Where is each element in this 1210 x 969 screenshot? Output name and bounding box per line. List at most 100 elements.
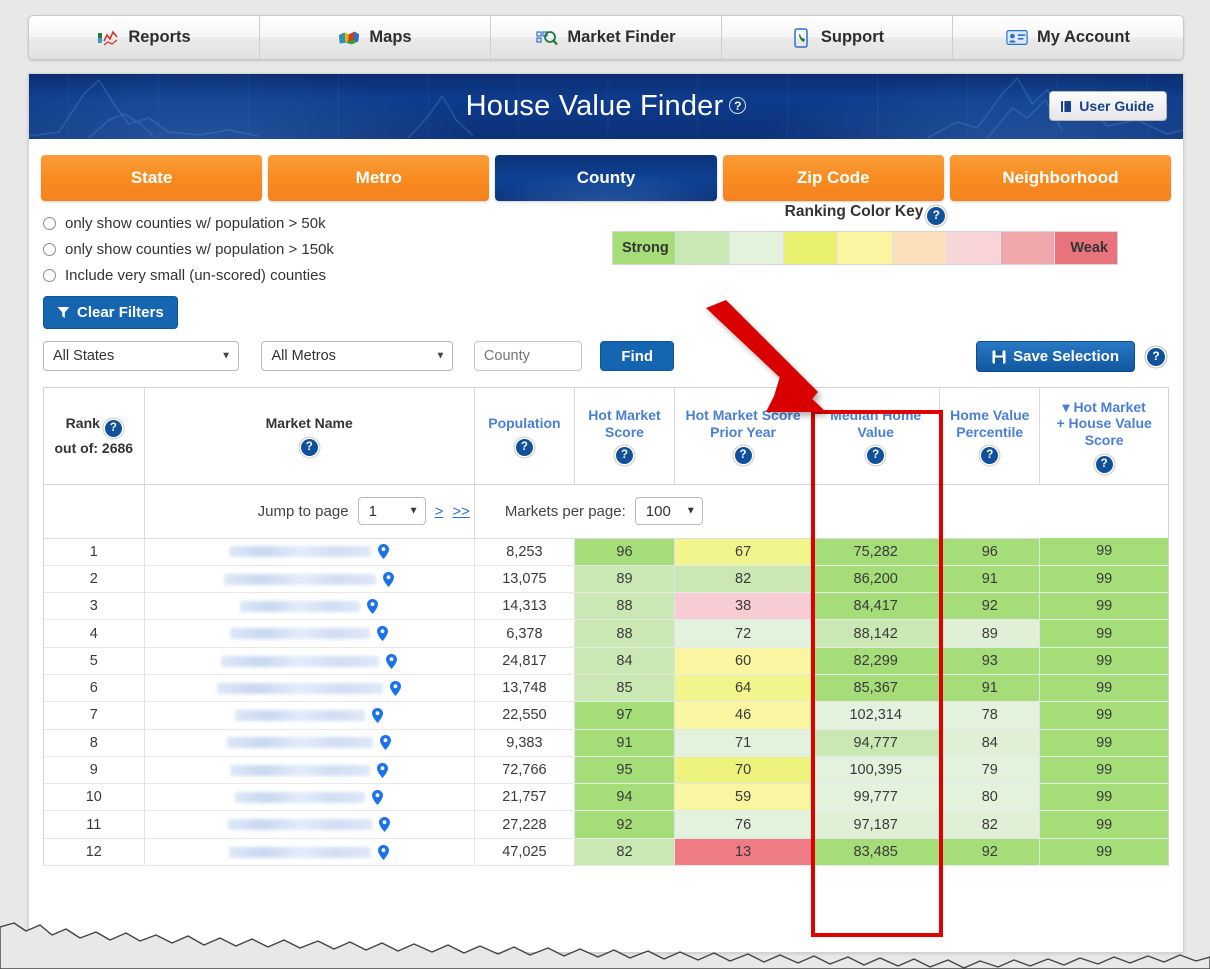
table-row[interactable]: 9 72,766 95 70 100,395 79 99 bbox=[44, 756, 1168, 785]
metro-select[interactable]: All Metros ▼ bbox=[261, 341, 454, 371]
cell-hot-market-score-prior-year: 46 bbox=[674, 701, 813, 730]
user-guide-button[interactable]: User Guide bbox=[1049, 91, 1167, 121]
map-pin-icon[interactable] bbox=[383, 571, 395, 587]
table-row[interactable]: 4 6,378 88 72 88,142 89 99 bbox=[44, 619, 1168, 648]
table-row[interactable]: 7 22,550 97 46 102,314 78 99 bbox=[44, 701, 1168, 730]
cell-market-name[interactable] bbox=[144, 756, 475, 785]
radio-button[interactable] bbox=[43, 217, 56, 230]
find-button[interactable]: Find bbox=[600, 341, 675, 371]
column-header-help-icon[interactable]: ? bbox=[867, 447, 885, 465]
nav-item-reports[interactable]: Reports bbox=[29, 16, 260, 59]
table-row[interactable]: 3 14,313 88 38 84,417 92 99 bbox=[44, 592, 1168, 621]
map-pin-icon[interactable] bbox=[378, 544, 390, 560]
table-row[interactable]: 8 9,383 91 71 94,777 84 99 bbox=[44, 729, 1168, 757]
column-header-hot-market-score[interactable]: Hot Market Score Prior Year? bbox=[674, 388, 813, 485]
column-header-help-icon[interactable]: ? bbox=[615, 447, 633, 465]
geo-tab-county[interactable]: County bbox=[495, 155, 717, 201]
column-header-help-icon[interactable]: ? bbox=[981, 447, 999, 465]
county-search-input[interactable] bbox=[473, 341, 582, 371]
population-filter-option-3[interactable]: Include very small (un-scored) counties bbox=[43, 267, 1183, 284]
next-page-link[interactable]: > bbox=[435, 503, 444, 520]
map-pin-icon[interactable] bbox=[386, 653, 398, 669]
table-row[interactable]: 6 13,748 85 64 85,367 91 99 bbox=[44, 674, 1168, 703]
cell-rank: 11 bbox=[44, 810, 145, 839]
column-header-population[interactable]: Population? bbox=[474, 388, 575, 485]
population-filter-label: only show counties w/ population > 50k bbox=[65, 215, 326, 232]
cell-market-name[interactable] bbox=[144, 674, 475, 703]
geo-tab-state[interactable]: State bbox=[41, 155, 263, 201]
table-row[interactable]: 10 21,757 94 59 99,777 80 99 bbox=[44, 783, 1168, 812]
column-header-help-icon[interactable]: ? bbox=[1095, 455, 1113, 473]
markets-per-page-value: 100 bbox=[645, 502, 671, 520]
ranking-color-key-help-icon[interactable]: ? bbox=[927, 207, 946, 225]
geo-tab-zip-code[interactable]: Zip Code bbox=[722, 155, 944, 201]
page-select[interactable]: 1 ▼ bbox=[357, 497, 426, 525]
map-pin-icon[interactable] bbox=[372, 789, 384, 805]
geo-tab-neighborhood[interactable]: Neighborhood bbox=[949, 155, 1172, 201]
radio-button[interactable] bbox=[43, 243, 56, 256]
color-key-swatch-4 bbox=[784, 232, 839, 264]
nav-item-maps[interactable]: Maps bbox=[260, 16, 491, 59]
map-pin-icon[interactable] bbox=[377, 762, 389, 778]
cell-market-name[interactable] bbox=[144, 701, 475, 730]
geo-tab-metro[interactable]: Metro bbox=[268, 155, 490, 201]
radio-button[interactable] bbox=[43, 269, 56, 282]
ranking-color-key-title: Ranking Color Key? bbox=[612, 203, 1118, 225]
metro-select-value: All Metros bbox=[271, 348, 336, 364]
redacted-market-name bbox=[235, 710, 366, 722]
user-guide-label: User Guide bbox=[1079, 98, 1154, 114]
state-select[interactable]: All States ▼ bbox=[43, 341, 239, 371]
column-header-help-icon[interactable]: ? bbox=[734, 447, 752, 465]
cell-rank: 3 bbox=[44, 592, 145, 621]
column-header-hot-market[interactable]: Hot Market Score? bbox=[574, 388, 676, 485]
pagination-perpage-cell: Markets per page: 100 ▼ bbox=[474, 484, 813, 539]
cell-market-name[interactable] bbox=[144, 647, 475, 675]
column-header-market-name[interactable]: Market Name? bbox=[144, 388, 475, 485]
cell-market-name[interactable] bbox=[144, 619, 475, 648]
nav-item-label: My Account bbox=[1037, 28, 1130, 46]
map-pin-icon[interactable] bbox=[379, 817, 391, 833]
cell-home-value-percentile: 92 bbox=[939, 592, 1041, 621]
table-row[interactable]: 2 13,075 89 82 86,200 91 99 bbox=[44, 565, 1168, 594]
cell-market-name[interactable] bbox=[144, 838, 475, 867]
state-select-value: All States bbox=[53, 348, 115, 364]
map-pin-icon[interactable] bbox=[390, 680, 402, 696]
cell-market-name[interactable] bbox=[144, 538, 475, 566]
cell-rank: 4 bbox=[44, 619, 145, 648]
page-title-help-icon[interactable]: ? bbox=[729, 97, 747, 114]
nav-item-support[interactable]: Support bbox=[722, 16, 953, 59]
clear-filters-button[interactable]: Clear Filters bbox=[43, 296, 178, 329]
table-row[interactable]: 11 27,228 92 76 97,187 82 99 bbox=[44, 810, 1168, 839]
column-header-help-icon[interactable]: ? bbox=[300, 439, 318, 456]
cell-home-value-percentile: 82 bbox=[939, 810, 1041, 839]
cell-rank: 9 bbox=[44, 756, 145, 785]
column-header-hot-market[interactable]: ▾ Hot Market + House Value Score? bbox=[1039, 388, 1168, 485]
cell-market-name[interactable] bbox=[144, 783, 475, 812]
column-header-help-icon[interactable]: ? bbox=[515, 439, 533, 456]
save-selection-button[interactable]: Save Selection bbox=[976, 341, 1135, 372]
column-header-help-icon[interactable]: ? bbox=[104, 419, 122, 437]
nav-item-my-account[interactable]: My Account bbox=[953, 16, 1183, 59]
cell-market-name[interactable] bbox=[144, 810, 475, 839]
map-pin-icon[interactable] bbox=[378, 844, 390, 860]
nav-item-market-finder[interactable]: Market Finder bbox=[491, 16, 722, 59]
table-row[interactable]: 5 24,817 84 60 82,299 93 99 bbox=[44, 647, 1168, 675]
column-header-label: Rank bbox=[65, 414, 100, 431]
cell-rank: 2 bbox=[44, 565, 145, 594]
column-header-home-value[interactable]: Home Value Percentile? bbox=[939, 388, 1041, 485]
table-row[interactable]: 1 8,253 96 67 75,282 96 99 bbox=[44, 538, 1168, 566]
map-pin-icon[interactable] bbox=[380, 735, 392, 751]
map-pin-icon[interactable] bbox=[377, 626, 389, 642]
column-header-median-home[interactable]: Median Home Value? bbox=[811, 388, 941, 485]
map-pin-icon[interactable] bbox=[372, 708, 384, 724]
cell-market-name[interactable] bbox=[144, 729, 475, 757]
save-selection-help-icon[interactable]: ? bbox=[1147, 347, 1165, 366]
cell-market-name[interactable] bbox=[144, 565, 475, 594]
last-page-link[interactable]: >> bbox=[452, 503, 470, 520]
column-header-label: Home Value bbox=[950, 407, 1030, 424]
table-row[interactable]: 12 47,025 82 13 83,485 92 99 bbox=[44, 838, 1168, 867]
markets-per-page-select[interactable]: 100 ▼ bbox=[634, 497, 703, 525]
cell-market-name[interactable] bbox=[144, 592, 475, 621]
column-header-rank[interactable]: Rank? out of: 2686 bbox=[44, 388, 145, 485]
map-pin-icon[interactable] bbox=[367, 598, 379, 614]
